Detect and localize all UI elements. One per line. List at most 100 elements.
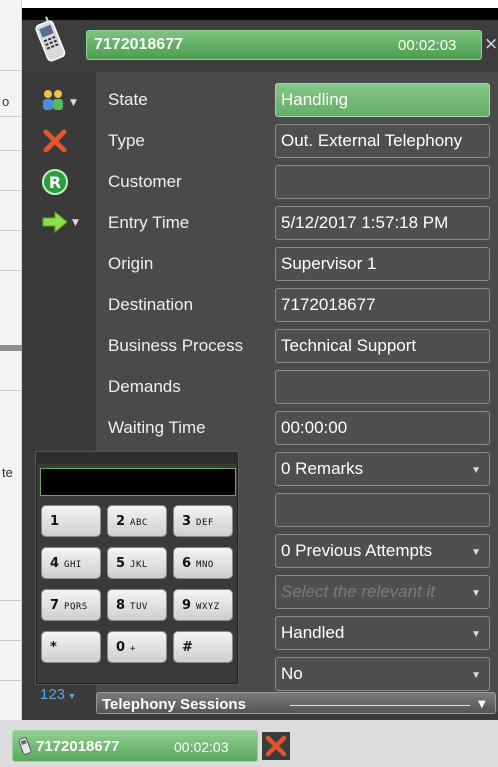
- call-number: 7172018677: [94, 36, 183, 53]
- forward-dropdown-icon[interactable]: ▼: [72, 218, 79, 228]
- field-input[interactable]: 00:00:00: [275, 411, 490, 445]
- field-input[interactable]: Out. External Telephony: [275, 124, 490, 158]
- contacts-icon[interactable]: [40, 88, 68, 116]
- field-input[interactable]: [275, 370, 490, 404]
- dial-key-letters: +: [130, 644, 136, 654]
- phone-icon: [18, 736, 32, 760]
- registered-icon[interactable]: R: [41, 168, 69, 200]
- bg-divider: [0, 345, 22, 351]
- dial-key-digit: 8: [116, 598, 126, 613]
- chevron-down-icon: ▼: [471, 465, 481, 476]
- taskbar-call-number: 7172018677: [36, 738, 120, 755]
- dialpad-toggle-label: 123: [40, 686, 66, 703]
- bg-divider: [0, 270, 22, 271]
- field-select[interactable]: 0 Previous Attempts ▼: [275, 534, 490, 568]
- sessions-separator: [290, 705, 470, 706]
- telephony-sessions-label: Telephony Sessions: [102, 696, 246, 713]
- bg-divider: [0, 190, 22, 191]
- field-value: Out. External Telephony: [281, 131, 463, 150]
- dial-key-digit: 9: [182, 598, 192, 613]
- bg-divider: [0, 390, 22, 391]
- close-icon[interactable]: ×: [484, 34, 498, 54]
- field-value: Handling: [281, 90, 349, 109]
- field-value: 5/12/2017 1:57:18 PM: [281, 213, 449, 232]
- close-icon: [265, 735, 287, 757]
- dial-key-letters: DEF: [196, 518, 214, 528]
- dial-key-digit: *: [50, 640, 57, 655]
- dial-key-digit: 2: [116, 514, 126, 529]
- forward-icon[interactable]: [41, 210, 69, 238]
- dial-key[interactable]: 5 JKL: [107, 547, 167, 579]
- svg-text:R: R: [49, 173, 61, 192]
- field-select: Select the relevant it ▼: [275, 575, 490, 609]
- field-value: Select the relevant it: [281, 582, 436, 601]
- dialpad-toggle-icon: ▼: [65, 691, 77, 701]
- bg-divider: [0, 70, 22, 71]
- dial-key[interactable]: 3 DEF: [173, 505, 233, 537]
- field-input[interactable]: Supervisor 1: [275, 247, 490, 281]
- field-input[interactable]: 5/12/2017 1:57:18 PM: [275, 206, 490, 240]
- dial-key[interactable]: #: [173, 631, 233, 663]
- field-input[interactable]: Handling: [275, 83, 490, 117]
- field-value: 0 Previous Attempts: [281, 541, 433, 560]
- bg-divider: [0, 150, 22, 151]
- field-value: No: [281, 664, 303, 683]
- dial-key[interactable]: 1: [41, 505, 101, 537]
- dial-key[interactable]: 7 PQRS: [41, 589, 101, 621]
- dial-key[interactable]: 8 TUV: [107, 589, 167, 621]
- field-label: Destination: [108, 295, 194, 314]
- field-input[interactable]: 7172018677: [275, 288, 490, 322]
- dial-display[interactable]: [40, 468, 236, 496]
- dial-key-letters: WXYZ: [196, 602, 220, 612]
- field-label: Origin: [108, 254, 154, 273]
- dial-key-letters: MNO: [196, 560, 214, 570]
- field-label: Entry Time: [108, 213, 190, 232]
- background-app-strip: o te: [0, 0, 22, 767]
- dial-key-digit: #: [182, 640, 193, 655]
- dial-key-digit: 4: [50, 556, 60, 571]
- field-input[interactable]: Technical Support: [275, 329, 490, 363]
- taskbar-call-timer: 00:02:03: [174, 739, 229, 755]
- bg-divider: [0, 640, 22, 641]
- dial-key-letters: TUV: [130, 602, 148, 612]
- dial-key[interactable]: 2 ABC: [107, 505, 167, 537]
- chevron-down-icon[interactable]: ▼: [478, 699, 486, 710]
- dial-key-digit: 7: [50, 598, 60, 613]
- field-value: 7172018677: [281, 295, 376, 314]
- field-select[interactable]: Handled ▼: [275, 616, 490, 650]
- dial-key-letters: PQRS: [64, 602, 88, 612]
- dial-key-digit: 5: [116, 556, 126, 571]
- taskbar-close-button[interactable]: [262, 732, 290, 760]
- dial-key[interactable]: 6 MNO: [173, 547, 233, 579]
- field-value: 0 Remarks: [281, 459, 364, 478]
- field-label: Business Process: [108, 336, 244, 355]
- field-select[interactable]: No ▼: [275, 657, 490, 691]
- field-value: Handled: [281, 623, 345, 642]
- dial-key-digit: 0: [116, 640, 126, 655]
- field-label: Customer: [108, 172, 182, 191]
- field-input[interactable]: [275, 493, 490, 527]
- dial-key-letters: JKL: [130, 560, 148, 570]
- dial-key[interactable]: 0 +: [107, 631, 167, 663]
- bg-text: o: [2, 94, 10, 109]
- dial-key-digit: 6: [182, 556, 192, 571]
- chevron-down-icon: ▼: [471, 670, 481, 681]
- dial-key[interactable]: 9 WXYZ: [173, 589, 233, 621]
- bg-divider: [0, 230, 22, 231]
- dial-key[interactable]: *: [41, 631, 101, 663]
- contacts-dropdown-icon[interactable]: ▼: [70, 98, 77, 108]
- field-select[interactable]: 0 Remarks ▼: [275, 452, 490, 486]
- dialpad-toggle[interactable]: 123 ▼: [40, 686, 76, 703]
- bg-divider: [0, 116, 22, 117]
- cancel-icon[interactable]: [42, 128, 68, 158]
- dial-key[interactable]: 4 GHI: [41, 547, 101, 579]
- dial-key-digit: 3: [182, 514, 192, 529]
- field-label: Waiting Time: [108, 418, 206, 437]
- dial-pad-header: [36, 452, 238, 464]
- field-label: State: [108, 90, 148, 109]
- dial-key-letters: GHI: [64, 560, 82, 570]
- call-timer: 00:02:03: [398, 37, 457, 54]
- chevron-down-icon: ▼: [471, 588, 481, 599]
- field-input[interactable]: [275, 165, 490, 199]
- chevron-down-icon: ▼: [471, 629, 481, 640]
